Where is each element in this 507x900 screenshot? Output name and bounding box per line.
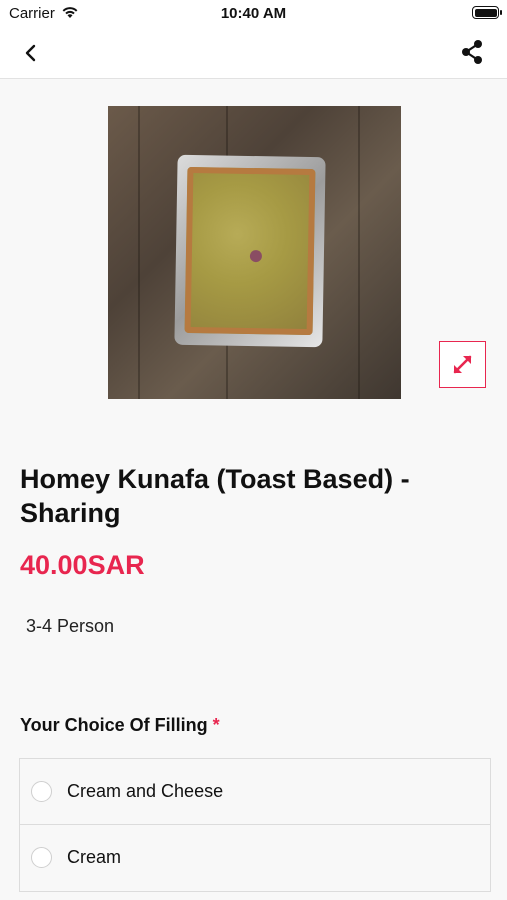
kunafa-dessert bbox=[184, 166, 316, 336]
status-bar: Carrier 10:40 AM bbox=[0, 0, 507, 28]
chevron-left-icon bbox=[25, 44, 36, 62]
filling-section-title: Your Choice Of Filling * bbox=[20, 715, 220, 736]
rose-garnish bbox=[249, 250, 263, 263]
wood-grain bbox=[138, 106, 140, 399]
navigation-bar bbox=[0, 28, 507, 79]
expand-image-button[interactable] bbox=[439, 341, 486, 388]
filling-option-cream[interactable]: Cream bbox=[20, 825, 490, 891]
filling-section-label: Your Choice Of Filling bbox=[20, 715, 208, 735]
back-button[interactable] bbox=[18, 40, 44, 66]
product-description: 3-4 Person bbox=[26, 616, 115, 636]
foil-tray bbox=[174, 154, 326, 348]
status-time: 10:40 AM bbox=[220, 5, 287, 22]
wood-grain bbox=[358, 106, 360, 399]
filling-options-list: Cream and Cheese Cream bbox=[19, 758, 491, 892]
option-label: Cream bbox=[67, 847, 122, 867]
radio-button[interactable] bbox=[31, 847, 52, 868]
product-title: Homey Kunafa (Toast Based) - Sharing bbox=[20, 464, 410, 528]
radio-button[interactable] bbox=[31, 781, 52, 802]
product-image[interactable] bbox=[108, 106, 401, 399]
filling-option-cream-and-cheese[interactable]: Cream and Cheese bbox=[20, 759, 490, 825]
required-marker: * bbox=[212, 715, 220, 735]
option-label: Cream and Cheese bbox=[67, 781, 224, 801]
product-price: 40.00SAR bbox=[20, 550, 145, 580]
expand-arrows-icon bbox=[453, 355, 472, 374]
share-icon bbox=[462, 40, 482, 64]
battery-icon bbox=[472, 6, 502, 19]
share-button[interactable] bbox=[459, 38, 485, 66]
